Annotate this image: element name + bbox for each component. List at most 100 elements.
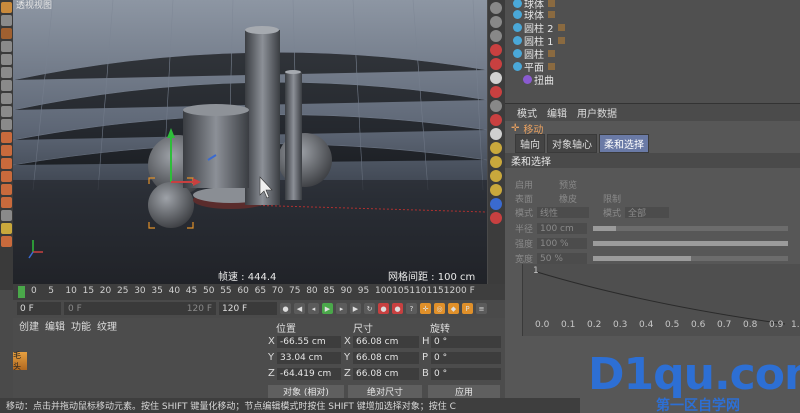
tool-icon[interactable] bbox=[1, 106, 12, 117]
tool-icon[interactable] bbox=[1, 223, 12, 234]
menu-create[interactable]: 创建 bbox=[19, 318, 39, 333]
cylinder-object[interactable] bbox=[285, 72, 302, 200]
width-slider[interactable] bbox=[593, 256, 788, 261]
width-field[interactable]: 50 % bbox=[537, 253, 588, 264]
tool-icon[interactable] bbox=[1, 67, 12, 78]
tool-icon[interactable] bbox=[1, 80, 12, 91]
tool-icon[interactable] bbox=[490, 128, 502, 140]
rotation-b-field[interactable]: 0 ° bbox=[431, 368, 501, 380]
rotation-h-field[interactable]: 0 ° bbox=[431, 336, 501, 348]
tool-icon[interactable] bbox=[490, 170, 502, 182]
keyframe-selection-icon[interactable]: ? bbox=[406, 303, 417, 314]
position-x-field[interactable]: -66.55 cm bbox=[277, 336, 341, 348]
size-y-field[interactable]: 66.08 cm bbox=[353, 352, 419, 364]
strength-field[interactable]: 100 % bbox=[537, 238, 588, 249]
tool-icon[interactable] bbox=[1, 158, 12, 169]
menu-function[interactable]: 功能 bbox=[71, 318, 91, 333]
fast-forward-icon[interactable]: ▶ bbox=[350, 303, 361, 314]
tool-icon[interactable] bbox=[490, 2, 502, 14]
tool-icon[interactable] bbox=[490, 198, 502, 210]
start-frame-field[interactable]: 0 F bbox=[17, 302, 61, 315]
tab-soft-selection[interactable]: 柔和选择 bbox=[599, 133, 649, 153]
mode-prop[interactable]: 模式 线性 模式 全部 bbox=[515, 206, 670, 219]
tool-icon[interactable] bbox=[490, 100, 502, 112]
mode-dropdown[interactable]: 线性 bbox=[537, 207, 590, 219]
step-forward-icon[interactable]: ▸ bbox=[336, 303, 347, 314]
strength-prop[interactable]: 强度 100 % bbox=[515, 237, 588, 250]
tool-icon[interactable] bbox=[490, 16, 502, 28]
tool-icon[interactable] bbox=[1, 93, 12, 104]
tool-icon[interactable] bbox=[1, 184, 12, 195]
surface-prop[interactable]: 表面 橡皮 限制 bbox=[515, 192, 621, 205]
tool-icon[interactable] bbox=[490, 58, 502, 70]
step-back-icon[interactable]: ◂ bbox=[308, 303, 319, 314]
param-key-icon[interactable]: P bbox=[462, 303, 473, 314]
tool-icon[interactable] bbox=[490, 212, 502, 224]
size-x-field[interactable]: 66.08 cm bbox=[353, 336, 419, 348]
size-z-field[interactable]: 66.08 cm bbox=[353, 368, 419, 380]
apply-button[interactable]: 应用 bbox=[428, 385, 500, 398]
menu-edit[interactable]: 编辑 bbox=[547, 105, 567, 120]
tool-icon[interactable] bbox=[490, 44, 502, 56]
loop-icon[interactable]: ↻ bbox=[364, 303, 375, 314]
rotation-key-icon[interactable]: ◎ bbox=[434, 303, 445, 314]
menu-user-data[interactable]: 用户数据 bbox=[577, 105, 617, 120]
tool-icon[interactable] bbox=[490, 86, 502, 98]
sphere-object[interactable] bbox=[148, 182, 194, 228]
object-mode-dropdown[interactable]: 对象 (相对) bbox=[268, 385, 344, 398]
rotation-p-field[interactable]: 0 ° bbox=[431, 352, 501, 364]
record-icon[interactable]: ● bbox=[280, 303, 291, 314]
radius-field[interactable]: 100 cm bbox=[537, 223, 588, 234]
tool-icon[interactable] bbox=[490, 156, 502, 168]
timeline-ruler[interactable]: 0 5 10 15 20 25 30 35 40 45 50 55 60 65 70 75 80 85 90 95 10… bbox=[13, 284, 505, 300]
cylinder-object[interactable] bbox=[245, 30, 280, 205]
tool-icon[interactable] bbox=[1, 54, 12, 65]
position-key-icon[interactable]: ✛ bbox=[420, 303, 431, 314]
tool-icon[interactable] bbox=[1, 210, 12, 221]
menu-edit[interactable]: 编辑 bbox=[45, 318, 65, 333]
falloff-graph[interactable]: 1 0.0 0.1 0.2 0.3 0.4 0.5 0.6 0.7 0.8 0.… bbox=[522, 264, 800, 336]
tool-icon[interactable] bbox=[1, 236, 12, 247]
tool-icon[interactable] bbox=[1, 119, 12, 130]
menu-texture[interactable]: 纹理 bbox=[97, 318, 117, 333]
tool-icon[interactable] bbox=[1, 2, 12, 13]
tool-icon[interactable] bbox=[1, 28, 12, 39]
preview-label[interactable]: 预览 bbox=[559, 178, 577, 191]
rubber-label[interactable]: 橡皮 bbox=[559, 192, 577, 205]
timeline-menu-icon[interactable]: ≡ bbox=[476, 303, 487, 314]
enable-prop[interactable]: 启用 预览 bbox=[515, 178, 577, 191]
radius-slider[interactable] bbox=[593, 226, 788, 231]
tool-icon[interactable] bbox=[1, 171, 12, 182]
tool-icon[interactable] bbox=[1, 145, 12, 156]
frame-range-slider[interactable]: 0 F 120 F bbox=[64, 302, 216, 315]
autokey-icon[interactable]: ● bbox=[392, 303, 403, 314]
tool-icon[interactable] bbox=[490, 30, 502, 42]
strength-slider[interactable] bbox=[593, 241, 788, 246]
tab-axis[interactable]: 轴向 bbox=[515, 133, 545, 153]
tool-icon[interactable] bbox=[1, 15, 12, 26]
end-frame-field[interactable]: 120 F bbox=[219, 302, 277, 315]
tool-icon[interactable] bbox=[490, 114, 502, 126]
tab-object-axis[interactable]: 对象轴心 bbox=[547, 133, 597, 153]
play-icon[interactable]: ▶ bbox=[322, 303, 333, 314]
scale-key-icon[interactable]: ◆ bbox=[448, 303, 459, 314]
playhead-marker[interactable] bbox=[18, 286, 25, 298]
perspective-viewport[interactable]: 透视视图 帧速 : 444.4 网格间距 : 100 cm bbox=[13, 0, 487, 284]
tool-icon[interactable] bbox=[1, 41, 12, 52]
rewind-icon[interactable]: ◀ bbox=[294, 303, 305, 314]
tool-icon[interactable] bbox=[490, 142, 502, 154]
position-z-field[interactable]: -64.419 cm bbox=[277, 368, 341, 380]
tool-icon[interactable] bbox=[1, 132, 12, 143]
tool-icon[interactable] bbox=[490, 72, 502, 84]
tool-icon[interactable] bbox=[1, 197, 12, 208]
object-row[interactable]: 扭曲 bbox=[523, 73, 554, 87]
mode2-dropdown[interactable]: 全部 bbox=[625, 207, 670, 219]
menu-mode[interactable]: 模式 bbox=[517, 105, 537, 120]
position-y-field[interactable]: 33.04 cm bbox=[277, 352, 341, 364]
radius-prop[interactable]: 半径 100 cm bbox=[515, 222, 588, 235]
tool-icon[interactable] bbox=[490, 184, 502, 196]
keyframe-icon[interactable]: ● bbox=[378, 303, 389, 314]
material-thumbnail[interactable]: 毛头 bbox=[13, 351, 27, 371]
size-mode-dropdown[interactable]: 绝对尺寸 bbox=[348, 385, 422, 398]
restrict-label[interactable]: 限制 bbox=[603, 192, 621, 205]
